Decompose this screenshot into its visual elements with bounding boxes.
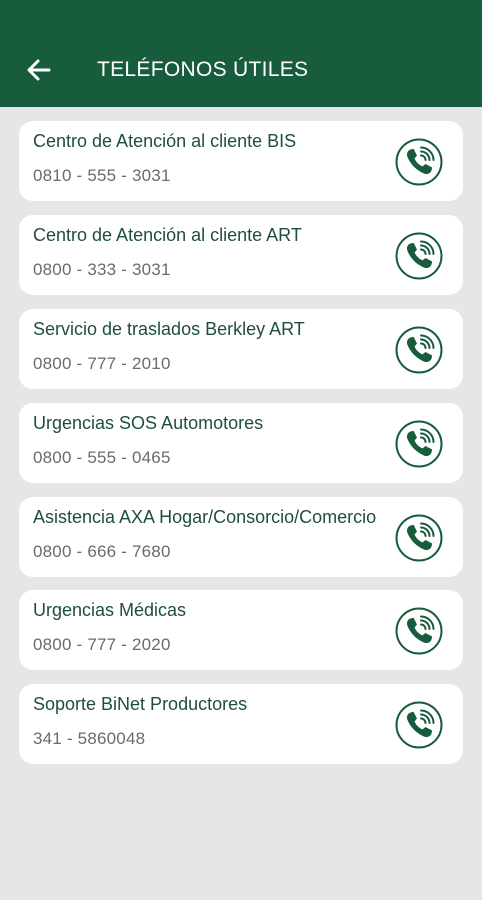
contact-phone: 341 - 5860048: [33, 729, 146, 748]
contact-card[interactable]: Urgencias SOS Automotores 0800 - 555 - 0…: [19, 403, 463, 483]
contact-name: Centro de Atención al cliente BIS: [33, 131, 297, 151]
phone-call-icon: [395, 607, 443, 655]
contact-card[interactable]: Centro de Atención al cliente BIS 0810 -…: [19, 121, 463, 201]
contact-phone: 0800 - 777 - 2020: [33, 635, 171, 654]
phone-call-icon: [395, 232, 443, 280]
call-button[interactable]: [394, 513, 444, 563]
contact-card[interactable]: Soporte BiNet Productores 341 - 5860048: [19, 684, 463, 764]
contact-phone: 0800 - 666 - 7680: [33, 542, 171, 561]
contact-card[interactable]: Asistencia AXA Hogar/Consorcio/Comercio …: [19, 497, 463, 577]
contact-name: Servicio de traslados Berkley ART: [33, 319, 305, 339]
contact-phone: 0810 - 555 - 3031: [33, 166, 171, 185]
app-header: TELÉFONOS ÚTILES: [0, 0, 482, 107]
phone-call-icon: [395, 701, 443, 749]
contact-card[interactable]: Servicio de traslados Berkley ART 0800 -…: [19, 309, 463, 389]
contact-phone: 0800 - 777 - 2010: [33, 354, 171, 373]
arrow-left-icon: [27, 59, 51, 81]
phone-call-icon: [395, 138, 443, 186]
contact-name: Urgencias SOS Automotores: [33, 413, 264, 433]
contact-name: Asistencia AXA Hogar/Consorcio/Comercio: [33, 507, 377, 527]
contact-phone: 0800 - 555 - 0465: [33, 448, 171, 467]
call-button[interactable]: [394, 419, 444, 469]
contact-name: Centro de Atención al cliente ART: [33, 225, 302, 245]
phone-call-icon: [395, 514, 443, 562]
call-button[interactable]: [394, 231, 444, 281]
page-title: TELÉFONOS ÚTILES: [97, 58, 309, 81]
call-button[interactable]: [394, 137, 444, 187]
phone-call-icon: [395, 326, 443, 374]
call-button[interactable]: [394, 700, 444, 750]
contact-card[interactable]: Centro de Atención al cliente ART 0800 -…: [19, 215, 463, 295]
call-button[interactable]: [394, 325, 444, 375]
phone-call-icon: [395, 420, 443, 468]
call-button[interactable]: [394, 606, 444, 656]
contact-phone: 0800 - 333 - 3031: [33, 260, 171, 279]
contact-name: Urgencias Médicas: [33, 600, 187, 620]
back-button[interactable]: [22, 54, 54, 86]
contact-card[interactable]: Urgencias Médicas 0800 - 777 - 2020: [19, 590, 463, 670]
contact-name: Soporte BiNet Productores: [33, 694, 248, 714]
